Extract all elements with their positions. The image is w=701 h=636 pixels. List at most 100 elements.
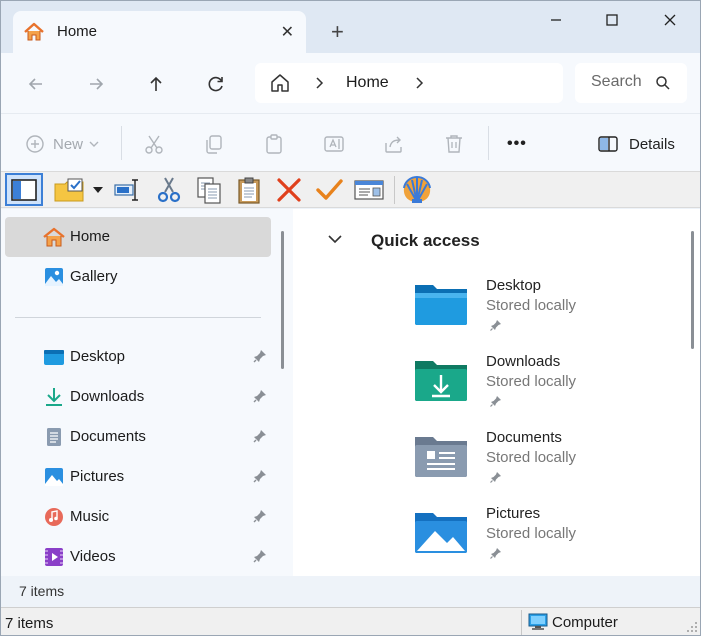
quick-access-item-documents[interactable]: Documents Stored locally [413,429,683,501]
sidebar-item-home[interactable]: Home [5,217,271,257]
pictures-icon [45,468,63,486]
sidebar-item-label: Videos [70,548,116,565]
pin-icon[interactable] [253,349,267,363]
tab-title: Home [57,23,98,40]
separator [121,126,122,160]
shell-button[interactable] [399,175,435,205]
delete-button[interactable] [273,175,305,205]
classic-toolbar [1,171,700,208]
text-cursor-icon [114,179,138,201]
chevron-down-icon [93,187,103,193]
cut-button[interactable] [153,175,185,205]
home-icon [24,22,44,41]
tab-home[interactable]: Home ✕ [13,11,306,53]
status-item-count: 7 items [5,615,54,632]
confirm-button[interactable] [313,175,345,205]
sidebar-item-pictures[interactable]: Pictures [5,457,271,497]
sidebar-item-videos[interactable]: Videos [5,537,271,577]
pin-icon[interactable] [253,549,267,563]
search-box[interactable] [575,63,687,103]
sidebar-item-desktop[interactable]: Desktop [5,337,271,377]
sidebar-item-label: Pictures [70,468,125,485]
item-name: Desktop [486,277,542,294]
quick-access-item-downloads[interactable]: Downloads Stored locally [413,353,683,425]
desktop-folder-icon [44,350,64,365]
status-location-label: Computer [552,613,618,631]
close-icon [664,14,676,26]
cut-button[interactable] [143,132,165,156]
chevron-right-icon[interactable] [415,73,425,93]
checkmark-icon [316,179,343,200]
rename-button[interactable] [323,132,345,156]
tab-close-icon[interactable]: ✕ [281,22,294,42]
forward-button[interactable] [81,69,111,99]
close-button[interactable] [647,9,693,31]
folder-check-icon [54,178,84,202]
sidebar-scrollbar[interactable] [281,231,284,369]
section-title[interactable]: Quick access [371,231,480,251]
quick-access-item-desktop[interactable]: Desktop Stored locally [413,277,683,349]
address-bar[interactable]: Home [255,63,563,103]
more-options-button[interactable]: ••• [507,132,527,156]
scissors-icon [145,135,163,154]
copy-icon [197,177,221,204]
delete-button[interactable] [443,132,465,156]
rename-icon [324,136,344,152]
home-outline-icon [271,74,289,92]
sidebar-item-documents[interactable]: Documents [5,417,271,457]
sidebar-item-label: Documents [70,428,146,445]
sidebar-item-music[interactable]: Music [5,497,271,537]
rename-button[interactable] [113,175,145,205]
home-icon [43,227,65,247]
status-location: Computer [528,613,618,631]
new-tab-button[interactable]: + [331,21,344,43]
pin-icon [490,396,501,407]
gallery-icon [45,268,63,286]
minimize-button[interactable] [533,9,579,31]
new-button[interactable]: New [25,132,101,156]
copy-button[interactable] [203,132,225,156]
properties-button[interactable] [353,175,385,205]
sidebar-item-gallery[interactable]: Gallery [5,257,271,297]
search-input[interactable] [591,73,649,91]
pin-icon[interactable] [253,429,267,443]
sidebar-item-label: Downloads [70,388,145,405]
up-button[interactable] [141,69,171,99]
explorer-window: Home ✕ + Home Search New ••• Details Hom… [0,0,701,636]
resize-grip-icon[interactable] [686,621,698,633]
chevron-right-icon[interactable] [315,73,325,93]
breadcrumb-home[interactable]: Home [346,74,389,92]
share-button[interactable] [383,132,405,156]
quick-access-item-pictures[interactable]: Pictures Stored locally [413,505,683,577]
navigation-pane-button[interactable] [5,173,43,206]
arrow-right-icon [90,78,104,90]
pictures-folder-icon [415,513,467,553]
clipboard-icon [266,134,282,154]
pin-icon[interactable] [253,509,267,523]
back-button[interactable] [21,69,51,99]
refresh-button[interactable] [201,69,231,99]
separator [394,176,395,204]
sidebar-item-downloads[interactable]: Downloads [5,377,271,417]
copy-button[interactable] [193,175,225,205]
paste-button[interactable] [263,132,285,156]
pin-icon [490,548,501,559]
item-status: Stored locally [486,449,577,466]
item-count: 7 items [19,583,65,599]
select-dropdown-button[interactable] [91,175,105,205]
details-pane-icon [598,136,618,152]
content-scrollbar[interactable] [691,231,694,349]
paste-button[interactable] [233,175,265,205]
pin-icon[interactable] [253,469,267,483]
maximize-button[interactable] [589,9,635,31]
item-name: Downloads [486,353,561,370]
item-status: Stored locally [486,525,577,542]
pin-icon[interactable] [253,389,267,403]
chevron-down-icon[interactable] [327,231,343,247]
select-folder-button[interactable] [53,175,87,205]
details-button[interactable]: Details [597,132,675,156]
plus-circle-icon [26,135,44,153]
status-bar: 7 items Computer [1,607,700,635]
command-bar: New ••• Details [1,113,700,171]
divider [15,317,261,318]
